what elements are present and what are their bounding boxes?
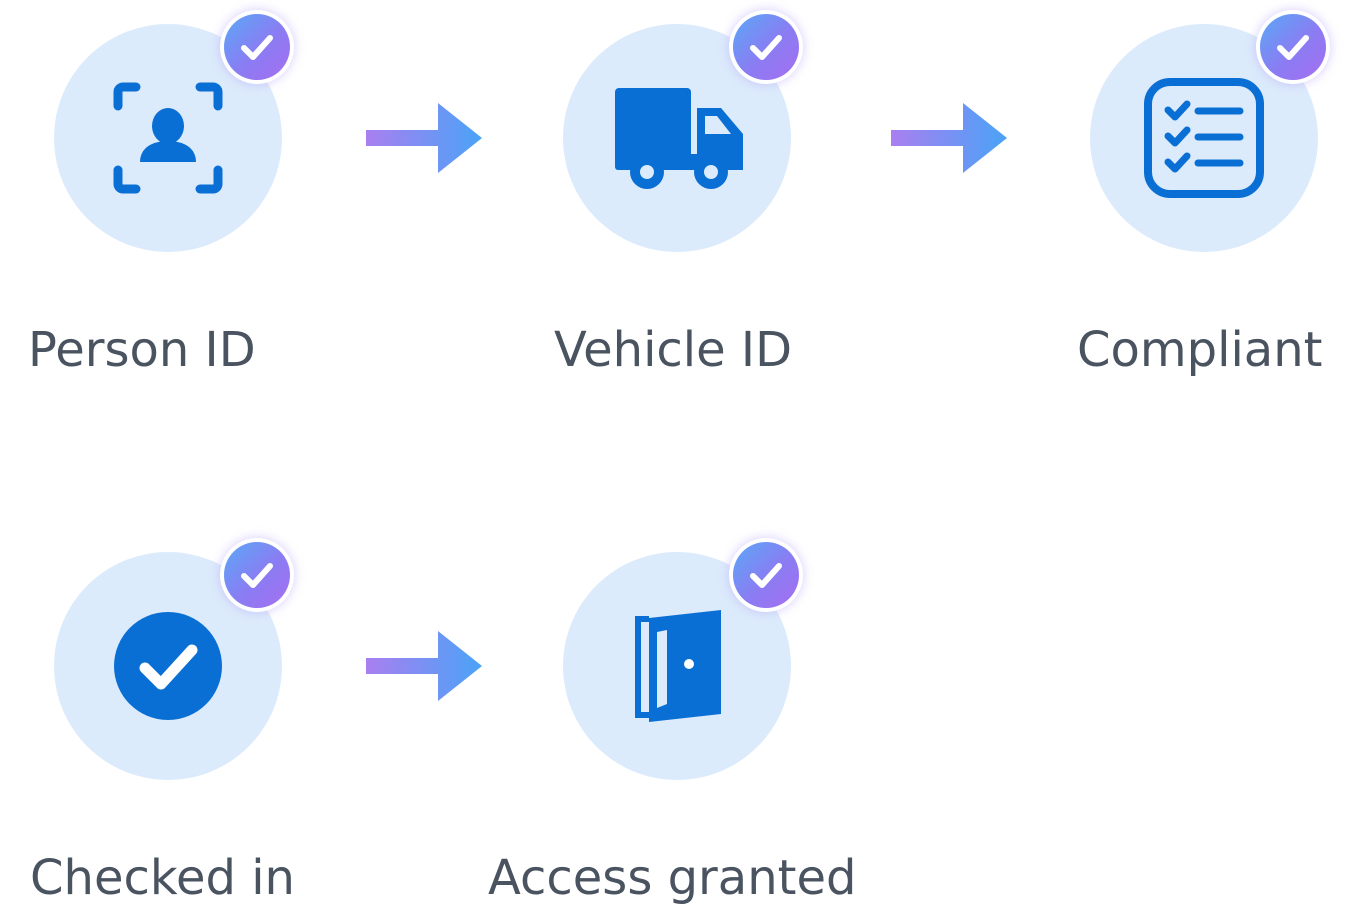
flow-arrow — [366, 103, 482, 173]
check-badge-icon — [733, 542, 799, 608]
step-label-compliant: Compliant — [1077, 322, 1323, 378]
step-label-access-granted: Access granted — [488, 850, 857, 906]
step-person-id — [54, 14, 290, 252]
flow-arrow — [366, 631, 482, 701]
check-badge-icon — [1260, 14, 1326, 80]
step-vehicle-id — [563, 14, 799, 252]
check-badge-icon — [224, 542, 290, 608]
flow-arrow — [891, 103, 1007, 173]
step-checked-in — [54, 542, 290, 780]
step-label-vehicle-id: Vehicle ID — [554, 322, 793, 378]
step-access-granted — [563, 542, 799, 780]
step-label-checked-in: Checked in — [30, 850, 295, 906]
step-compliant — [1090, 14, 1326, 252]
check-badge-icon — [733, 14, 799, 80]
check-badge-icon — [224, 14, 290, 80]
step-label-person-id: Person ID — [28, 322, 256, 378]
